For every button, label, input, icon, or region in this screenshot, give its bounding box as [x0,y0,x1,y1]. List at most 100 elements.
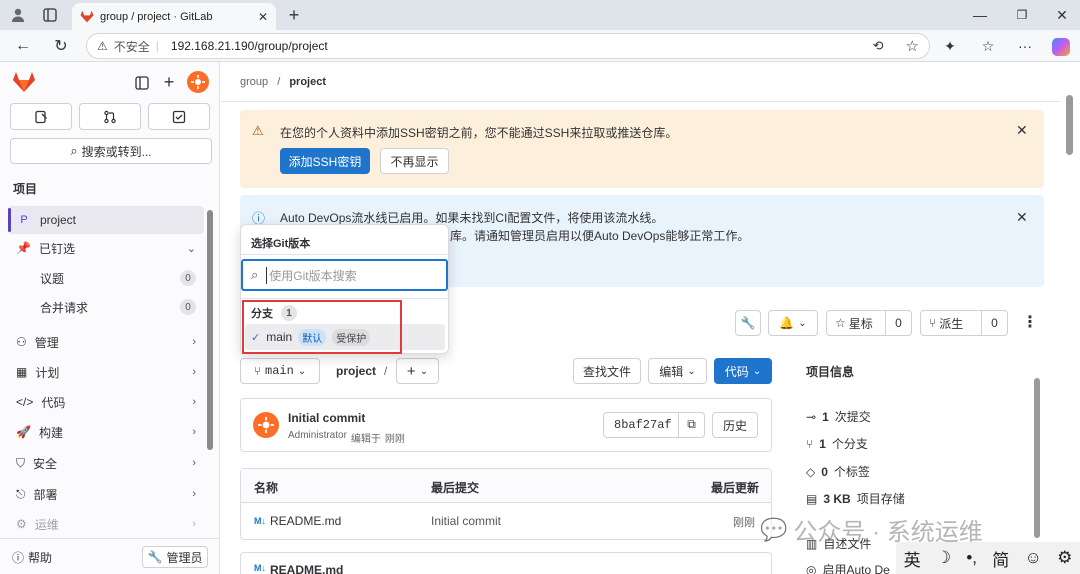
branches-info[interactable]: ⑂ 1 个分支 [806,435,868,452]
deploy-label: 部署 [33,487,58,502]
commit-sha-text: 8baf27af [614,418,672,432]
commit-sha[interactable]: 8baf27af ⧉ [603,412,705,438]
tags-value: 0 [821,464,828,479]
edit-button[interactable]: 编辑 ⌄ [648,358,707,384]
moon-icon[interactable]: ☽ [936,548,951,568]
commit-author[interactable]: Administrator [288,430,347,445]
avatar[interactable] [187,71,209,93]
sidebar-item-plan[interactable]: ▦ 计划 › [8,358,204,386]
ref-search-input[interactable]: ⌕ 使用Git版本搜索 [241,259,448,291]
history-button[interactable]: 历史 [712,412,758,438]
assigned-issues-button[interactable] [10,103,72,130]
commits-info[interactable]: ⊸ 1 次提交 [806,408,871,425]
address-bar[interactable]: ⚠ 不安全 | 192.168.21.190/group/project ⟲ ☆ [86,33,930,59]
branch-icon: ⑂ [806,436,814,451]
ime-settings-icon[interactable]: ⚙ [1057,548,1072,568]
find-file-button[interactable]: 查找文件 [573,358,641,384]
sidebar-item-build[interactable]: 🚀 构建 › [8,418,204,446]
admin-area-button[interactable]: 🔧 管理员 [142,546,208,568]
main-scrollbar[interactable] [1066,95,1073,155]
browser-tab-bar: group / project · GitLab ✕ + — ❐ ✕ [0,0,1080,30]
chevron-right-icon: › [192,488,196,500]
pinned-label: 已钉选 [38,241,75,256]
sidebar-item-security[interactable]: ⛉ 安全 › [8,449,204,477]
sidebar-item-code[interactable]: </> 代码 › [8,388,204,416]
add-to-tree-button[interactable]: + ⌄ [396,358,439,384]
header-divider [221,101,1061,102]
file-name[interactable]: README.md [270,514,341,528]
star-button[interactable]: ☆ 星标 0 [826,310,912,336]
new-tab-button[interactable]: + [284,4,304,26]
commit-title[interactable]: Initial commit [288,411,365,425]
sidebar-scrollbar[interactable] [207,210,213,450]
sidebar-item-merge-requests[interactable]: 合并请求 0 [8,293,204,321]
copilot-icon[interactable] [1052,38,1070,56]
copy-icon[interactable]: ⧉ [678,413,704,437]
auto-devops-info[interactable]: ◎ 启用Auto De [806,561,890,574]
sidebar-item-project[interactable]: P project [8,206,204,234]
commits-value: 1 [822,409,829,424]
branch-selector[interactable]: ⑂ main ⌄ [240,358,320,384]
security-label: 安全 [33,456,58,471]
notification-button[interactable]: 🔔 ⌄ [768,310,818,336]
window-close-icon[interactable]: ✕ [1052,5,1072,25]
commit-icon: ⊸ [806,409,817,424]
more-actions-icon[interactable]: ⋮ [1022,312,1038,332]
breadcrumb-project[interactable]: project [289,76,326,88]
markdown-icon: M↓ [254,563,266,573]
ime-script-toggle[interactable]: 简 [992,546,1009,571]
info-panel-scrollbar[interactable] [1034,378,1040,538]
ime-language-toggle[interactable]: 英 [904,546,921,571]
branch-name: main [265,364,294,378]
commit-meta-label: 编辑于 [350,434,381,445]
storage-info[interactable]: ▤ 3 KB 项目存储 [806,490,905,507]
close-icon[interactable]: ✕ [1016,209,1028,226]
favorites-icon[interactable]: ☆ [978,36,998,56]
file-commit[interactable]: Initial commit [431,514,501,528]
minimize-icon[interactable]: — [970,5,990,25]
sidebar-toggle-icon[interactable] [133,74,151,92]
translate-icon[interactable]: ⟲ [873,38,884,54]
path-project[interactable]: project [336,364,376,378]
add-ssh-key-button[interactable]: 添加SSH密钥 [280,148,370,174]
dropdown-title: 选择Git版本 [251,238,311,250]
chevron-right-icon: › [192,336,196,348]
author-avatar[interactable] [253,412,279,438]
punctuation-icon[interactable]: •, [966,548,977,568]
sidebar-item-deploy[interactable]: ⎋ 部署 › [8,480,204,508]
sidebar-item-manage[interactable]: ⚇ 管理 › [8,328,204,356]
settings-button[interactable]: 🔧 [735,310,761,336]
emoji-icon[interactable]: ☺ [1024,548,1041,568]
file-name-cell[interactable]: M↓ README.md [254,514,341,528]
last-commit-card: Initial commit Administrator 编辑于 刚刚 8baf… [240,398,772,452]
breadcrumb-group[interactable]: group [240,76,268,88]
help-button[interactable]: ⓘ 帮助 [12,549,52,566]
sidebar-item-issues[interactable]: 议题 0 [8,264,204,292]
merge-requests-button[interactable] [79,103,141,130]
code-button[interactable]: 代码 ⌄ [714,358,772,384]
fork-button[interactable]: ⑂ 派生 0 [920,310,1008,336]
restore-icon[interactable]: ❐ [1012,5,1032,25]
favorite-star-icon[interactable]: ☆ [906,37,919,55]
back-icon[interactable]: ← [12,36,34,56]
ssh-key-alert: ⚠ 在您的个人资料中添加SSH密钥之前，您不能通过SSH来拉取或推送仓库。 ✕ … [240,110,1044,188]
sidebar-item-pinned[interactable]: 📌 已钉选 ⌄ [8,234,204,262]
table-row[interactable]: M↓ README.md Initial commit 刚刚 [241,503,771,539]
gitlab-logo-icon[interactable] [12,71,36,93]
extensions-icon[interactable]: ✦ [940,36,960,56]
profile-icon[interactable] [8,6,28,24]
search-button[interactable]: ⌕ 搜索或转到... [10,138,212,164]
create-new-icon[interactable]: + [160,72,178,92]
browser-tab[interactable]: group / project · GitLab ✕ [72,3,276,30]
reload-icon[interactable]: ↻ [50,36,72,56]
tags-info[interactable]: ◇ 0 个标签 [806,463,870,480]
dont-show-again-button[interactable]: 不再显示 [380,148,449,174]
close-icon[interactable]: ✕ [1016,122,1028,139]
admin-icon: ⚇ [16,335,27,349]
tab-actions-icon[interactable] [40,6,60,24]
sidebar-item-operate[interactable]: ⚙ 运维 › [8,510,204,538]
tab-close-icon[interactable]: ✕ [258,10,268,24]
help-icon: ⓘ [12,550,25,565]
todo-list-button[interactable] [148,103,210,130]
more-icon[interactable]: ··· [1015,36,1035,56]
